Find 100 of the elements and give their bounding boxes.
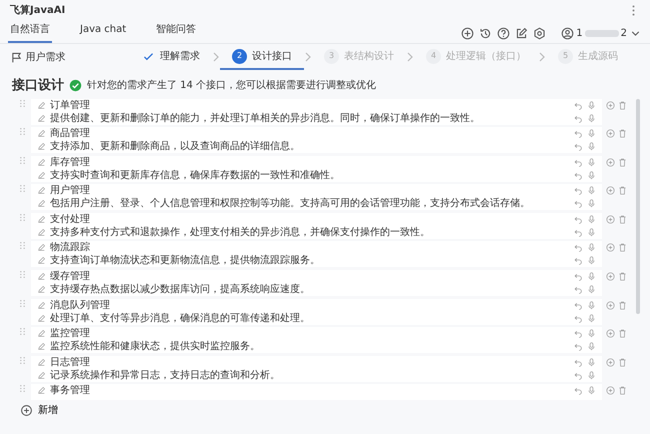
pencil-icon[interactable] [37, 186, 46, 196]
undo-icon[interactable] [574, 170, 583, 180]
microphone-icon[interactable] [587, 272, 596, 282]
interface-title: 日志管理 [50, 356, 91, 370]
pencil-icon[interactable] [37, 228, 46, 237]
undo-icon[interactable] [574, 243, 583, 252]
pencil-icon[interactable] [37, 358, 46, 367]
trash-icon[interactable] [618, 243, 627, 252]
trash-icon[interactable] [618, 100, 627, 110]
undo-icon[interactable] [574, 100, 583, 110]
drag-handle-icon[interactable] [18, 298, 27, 308]
pencil-icon[interactable] [37, 142, 46, 152]
microphone-icon[interactable] [587, 386, 596, 396]
pencil-icon[interactable] [37, 342, 46, 352]
pencil-icon[interactable] [37, 300, 46, 310]
trash-icon[interactable] [618, 158, 627, 167]
tab[interactable]: 自然语言 [8, 19, 52, 43]
pencil-icon[interactable] [37, 386, 46, 396]
microphone-icon[interactable] [587, 170, 596, 180]
drag-handle-icon[interactable] [18, 156, 27, 165]
pencil-icon[interactable] [37, 170, 46, 180]
drag-handle-icon[interactable] [18, 98, 27, 108]
pencil-icon[interactable] [37, 129, 46, 138]
drag-handle-icon[interactable] [18, 241, 27, 250]
undo-icon[interactable] [574, 272, 583, 282]
help-icon[interactable] [497, 26, 510, 40]
scrollbar[interactable] [636, 98, 640, 314]
add-icon[interactable] [461, 26, 474, 40]
microphone-icon[interactable] [587, 256, 596, 266]
microphone-icon[interactable] [587, 358, 596, 367]
trash-icon[interactable] [618, 214, 627, 224]
undo-icon[interactable] [574, 228, 583, 237]
microphone-icon[interactable] [587, 329, 596, 338]
edit-icon[interactable] [515, 26, 528, 40]
microphone-icon[interactable] [587, 199, 596, 208]
microphone-icon[interactable] [587, 285, 596, 294]
microphone-icon[interactable] [587, 314, 596, 323]
user-menu[interactable]: 1 2 [561, 26, 642, 40]
microphone-icon[interactable] [587, 243, 596, 252]
microphone-icon[interactable] [587, 100, 596, 110]
microphone-icon[interactable] [587, 129, 596, 138]
step-tab[interactable]: 理解需求 [130, 44, 212, 70]
pencil-icon[interactable] [37, 370, 46, 380]
microphone-icon[interactable] [587, 142, 596, 152]
undo-icon[interactable] [574, 114, 583, 122]
trash-icon[interactable] [618, 329, 627, 338]
trash-icon[interactable] [618, 129, 627, 138]
undo-icon[interactable] [574, 342, 583, 352]
undo-icon[interactable] [574, 186, 583, 196]
undo-icon[interactable] [574, 314, 583, 323]
undo-icon[interactable] [574, 300, 583, 310]
pencil-icon[interactable] [37, 272, 46, 282]
pencil-icon[interactable] [37, 199, 46, 208]
microphone-icon[interactable] [587, 114, 596, 122]
microphone-icon[interactable] [587, 370, 596, 380]
drag-handle-icon[interactable] [18, 327, 27, 336]
tab[interactable]: Java chat [78, 19, 128, 43]
pencil-icon[interactable] [37, 285, 46, 294]
trash-icon[interactable] [618, 272, 627, 282]
undo-icon[interactable] [574, 214, 583, 224]
undo-icon[interactable] [574, 329, 583, 338]
undo-icon[interactable] [574, 386, 583, 396]
trash-icon[interactable] [618, 386, 627, 396]
undo-icon[interactable] [574, 158, 583, 167]
undo-icon[interactable] [574, 285, 583, 294]
step-tab[interactable]: 2 设计接口 [220, 44, 304, 70]
history-icon[interactable] [479, 26, 492, 40]
pencil-icon[interactable] [37, 158, 46, 167]
trash-icon[interactable] [618, 186, 627, 196]
undo-icon[interactable] [574, 370, 583, 380]
undo-icon[interactable] [574, 199, 583, 208]
step-label: 理解需求 [160, 50, 200, 64]
microphone-icon[interactable] [587, 186, 596, 196]
pencil-icon[interactable] [37, 314, 46, 323]
undo-icon[interactable] [574, 256, 583, 266]
drag-handle-icon[interactable] [18, 270, 27, 280]
drag-handle-icon[interactable] [18, 356, 27, 365]
microphone-icon[interactable] [587, 214, 596, 224]
pencil-icon[interactable] [37, 329, 46, 338]
trash-icon[interactable] [618, 300, 627, 310]
drag-handle-icon[interactable] [18, 212, 27, 222]
pencil-icon[interactable] [37, 243, 46, 252]
settings-icon[interactable] [533, 26, 546, 40]
undo-icon[interactable] [574, 358, 583, 367]
drag-handle-icon[interactable] [18, 384, 27, 394]
tab[interactable]: 智能问答 [154, 19, 198, 43]
pencil-icon[interactable] [37, 256, 46, 266]
pencil-icon[interactable] [37, 114, 46, 122]
microphone-icon[interactable] [587, 228, 596, 237]
add-button[interactable]: 新增 [20, 400, 58, 420]
pencil-icon[interactable] [37, 100, 46, 110]
microphone-icon[interactable] [587, 158, 596, 167]
undo-icon[interactable] [574, 142, 583, 152]
microphone-icon[interactable] [587, 300, 596, 310]
drag-handle-icon[interactable] [18, 127, 27, 136]
pencil-icon[interactable] [37, 214, 46, 224]
undo-icon[interactable] [574, 129, 583, 138]
microphone-icon[interactable] [587, 342, 596, 352]
drag-handle-icon[interactable] [18, 184, 27, 194]
trash-icon[interactable] [618, 358, 627, 367]
